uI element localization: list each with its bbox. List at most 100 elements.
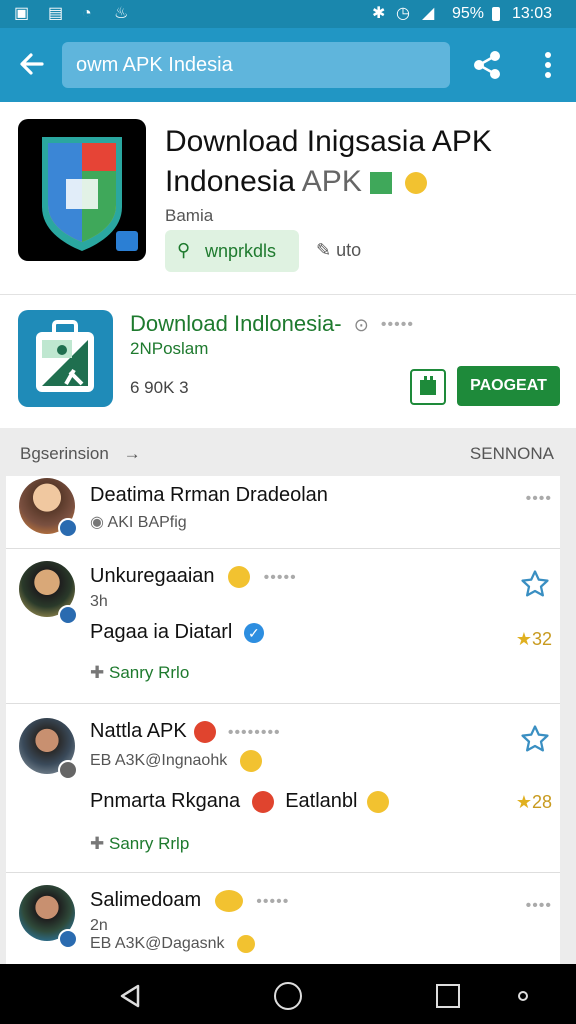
thinking-emoji-icon — [239, 750, 262, 772]
reviewer-name-text: Salimedoam — [90, 889, 202, 911]
review-time: 3h — [90, 593, 108, 610]
review-text-content: Pnmarta Rkgana — [90, 790, 241, 812]
reviews-filter-label[interactable]: Bgserinsion → — [20, 444, 141, 464]
app-notification-icon: ◔ — [82, 5, 92, 22]
review-text: Pnmarta Rkgana Eatlanbl — [90, 790, 390, 813]
globe-icon: ◉ — [90, 514, 104, 531]
more-options-icon[interactable]: •••• — [526, 490, 552, 508]
fire-icon: ♨ — [114, 5, 129, 22]
reviews-filter-text: Bgserinsion — [20, 444, 109, 463]
pencil-icon: ✎ — [316, 240, 332, 260]
thinking-emoji-icon — [237, 935, 255, 953]
verified-badge-icon — [58, 518, 78, 538]
tag-chip-label: wnprkdls — [205, 241, 277, 261]
star-filled-icon: ★ — [515, 792, 532, 812]
reviewer-meta-text: AKI BAPfig — [107, 514, 187, 531]
reply-icon: ✚ — [90, 663, 105, 682]
back-arrow-icon[interactable] — [16, 48, 48, 80]
review-score-value: 28 — [531, 792, 552, 812]
nav-back-icon[interactable] — [116, 982, 144, 1010]
info-icon: ⊙ — [353, 315, 369, 335]
app-title-line1: Download Inigsasia APK — [165, 125, 492, 158]
battery-label: 95% — [452, 5, 485, 22]
badge-icon — [58, 760, 78, 780]
reply-link-text: Sanry Rrlo — [108, 663, 190, 682]
search-input[interactable] — [76, 42, 436, 88]
verified-check-icon: ✓ — [243, 622, 264, 643]
reviewer-name-text: Unkuregaaian — [90, 565, 215, 587]
reply-link[interactable]: ✚ Sanry Rrlp — [90, 834, 189, 854]
review-text-content: Pagaa ia Diatarl — [90, 621, 233, 643]
reviews-header: Bgserinsion → SENNONA — [0, 430, 576, 476]
gallery-icon: ▤ — [48, 5, 64, 22]
app-title-line2: Indonesia APK — [165, 162, 565, 202]
rating-dots: ••••• — [256, 893, 290, 910]
reviewer-meta-text: EB A3K@Dagasnk — [90, 935, 225, 953]
verified-badge-icon — [58, 929, 78, 949]
rating-dots: ••••• — [263, 569, 297, 586]
reply-link[interactable]: ✚ Sanry Rrlo — [90, 663, 189, 683]
smile-emoji-icon — [404, 172, 427, 195]
angry-emoji-icon — [251, 790, 274, 813]
secondary-link-label: uto — [336, 240, 362, 260]
app-icon-small[interactable] — [18, 310, 113, 407]
listing-subtitle: 2NPoslam — [130, 339, 209, 358]
review-time: 2n — [90, 917, 108, 934]
library-button[interactable] — [410, 369, 446, 405]
reviewer-name[interactable]: Deatima Rrman Dradeolan — [90, 484, 328, 507]
review-score: ★28 — [516, 792, 552, 813]
app-title-line2-text: Indonesia — [165, 165, 296, 198]
secondary-link[interactable]: ✎ uto — [316, 240, 361, 261]
reviewer-meta: EB A3K@Dagasnk — [90, 935, 255, 953]
signal-icon: ◢ — [422, 5, 435, 22]
rating-dots: ••••• — [380, 316, 414, 333]
publisher-label[interactable]: Bamia — [165, 206, 213, 226]
reviewer-name[interactable]: Unkuregaaian ••••• — [90, 565, 297, 588]
reviewer-meta: ◉ AKI BAPfig — [90, 512, 187, 532]
reviewer-name[interactable]: Salimedoam ••••• — [90, 889, 289, 912]
red-emoji-icon — [194, 720, 217, 743]
review-score: ★32 — [516, 629, 552, 650]
tag-chip[interactable]: ⚲ wnprkdls — [165, 230, 299, 272]
review-card[interactable]: Unkuregaaian ••••• 3h Pagaa ia Diatarl ✓… — [6, 549, 560, 704]
reviews-sort-label[interactable]: SENNONA — [470, 444, 554, 464]
app-title: Download Inigsasia APK Indonesia APK — [165, 122, 565, 202]
navigation-bar — [0, 964, 576, 1024]
reply-icon: ✚ — [90, 834, 105, 853]
alarm-icon: ◷ — [396, 5, 410, 22]
listing-meta: 6 90K 3 — [130, 378, 189, 397]
star-outline-icon[interactable] — [520, 569, 550, 599]
get-button[interactable]: PAOGEAT — [457, 366, 560, 406]
review-text: Pagaa ia Diatarl ✓ — [90, 621, 264, 644]
review-score-value: 32 — [531, 629, 552, 649]
nav-extra-icon[interactable] — [518, 991, 528, 1001]
rating-dots: •••••••• — [227, 724, 281, 741]
laugh-emoji-icon — [228, 565, 251, 588]
star-outline-icon[interactable] — [520, 724, 550, 754]
bluetooth-icon: ✱ — [372, 5, 386, 22]
link-icon: ⚲ — [177, 240, 191, 260]
reviewer-meta-text: EB A3K@Ingnaohk — [90, 752, 228, 770]
app-icon-large[interactable] — [18, 119, 146, 261]
reviewer-meta: EB A3K@Ingnaohk — [90, 750, 262, 772]
search-field[interactable] — [62, 42, 450, 88]
listing-title-text: Download Indlonesia- — [130, 311, 342, 336]
review-card[interactable]: Deatima Rrman Dradeolan ◉ AKI BAPfig •••… — [6, 476, 560, 549]
review-card[interactable]: Nattla APK •••••••• EB A3K@Ingnaohk Pnma… — [6, 704, 560, 873]
reviewer-name[interactable]: Nattla APK •••••••• — [90, 720, 281, 743]
verified-badge-icon — [58, 605, 78, 625]
review-text-content-2: Eatlanbl — [285, 790, 358, 812]
sunglasses-emoji-icon — [214, 889, 243, 912]
nav-home-icon[interactable] — [274, 982, 302, 1010]
more-options-icon[interactable]: •••• — [526, 897, 552, 915]
listing-title[interactable]: Download Indlonesia- ⊙ ••••• — [130, 311, 414, 337]
reply-link-text: Sanry Rrlp — [108, 834, 190, 853]
smile-emoji-icon — [367, 790, 390, 813]
overflow-menu-icon[interactable] — [538, 50, 558, 80]
star-filled-icon: ★ — [515, 629, 532, 649]
share-icon[interactable] — [470, 48, 504, 82]
status-bar: ▣ ▤ ◔ ♨ ✱ ◷ ◢ 95% 13:03 — [0, 0, 576, 28]
nav-recents-icon[interactable] — [436, 984, 460, 1008]
clock: 13:03 — [512, 5, 553, 22]
review-card[interactable]: Salimedoam ••••• 2n EB A3K@Dagasnk •••• — [6, 873, 560, 964]
